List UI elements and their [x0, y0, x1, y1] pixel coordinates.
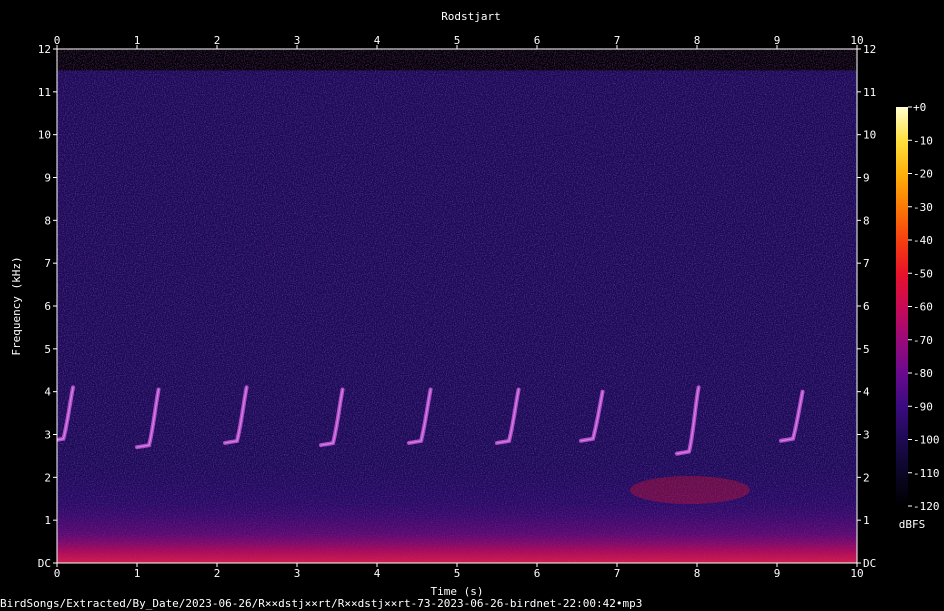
y-tick-label-left: 2	[44, 471, 51, 484]
x-axis-bottom: 0 1 2 3 4 5 6 7 8 9 10	[54, 563, 864, 580]
x-tick-label-top: 0	[54, 34, 61, 47]
colorbar-tick-label: -40	[913, 234, 933, 247]
spectrogram-figure: Rodstjart 0 1 2 3 4 5 6 7 8 9 10 0 1 2 3 4 5 6 7 8 9 10 DC12…	[0, 10, 940, 610]
x-tick-label-top: 6	[534, 34, 541, 47]
colorbar-tick-label: -50	[913, 267, 933, 280]
y-tick-label-right: 2	[863, 471, 870, 484]
y-tick-label-right: 11	[863, 86, 876, 99]
x-tick-label-top: 8	[694, 34, 701, 47]
y-tick-label-right: 4	[863, 386, 870, 399]
x-tick-label-bottom: 2	[214, 567, 221, 580]
y-tick-label-left: 4	[44, 386, 51, 399]
y-tick-label-left: 6	[44, 300, 51, 313]
y-tick-label-left: 11	[38, 86, 51, 99]
y-tick-label-right: DC	[863, 557, 876, 570]
y-tick-label-left: 5	[44, 343, 51, 356]
x-tick-label-top: 1	[134, 34, 141, 47]
x-tick-label-top: 5	[454, 34, 461, 47]
y-tick-label-right: 12	[863, 43, 876, 56]
y-tick-label-right: 1	[863, 514, 870, 527]
colorbar-tick-label: -20	[913, 168, 933, 181]
x-tick-label-bottom: 7	[614, 567, 621, 580]
x-tick-label-bottom: 10	[850, 567, 863, 580]
y-tick-label-left: 1	[44, 514, 51, 527]
y-tick-label-left: 7	[44, 257, 51, 270]
y-tick-label-left: DC	[38, 557, 51, 570]
y-tick-label-left: 9	[44, 172, 51, 185]
y-tick-label-right: 6	[863, 300, 870, 313]
x-tick-label-bottom: 6	[534, 567, 541, 580]
y-tick-label-right: 7	[863, 257, 870, 270]
x-tick-label-bottom: 0	[54, 567, 61, 580]
colorbar-tick-label: -80	[913, 367, 933, 380]
file-path: BirdSongs/Extracted/By_Date/2023-06-26/R…	[0, 597, 642, 610]
colorbar-tick-label: -60	[913, 301, 933, 314]
colorbar-tick-label: -70	[913, 334, 933, 347]
x-tick-label-top: 9	[774, 34, 781, 47]
colorbar-tick-label: -100	[913, 434, 940, 447]
y-axis-label: Frequency (kHz)	[10, 256, 23, 355]
x-tick-label-top: 7	[614, 34, 621, 47]
y-tick-label-left: 8	[44, 214, 51, 227]
colorbar-tick-label: -110	[913, 467, 940, 480]
colorbar-tick-label: -10	[913, 134, 933, 147]
colorbar	[896, 107, 908, 506]
x-tick-label-bottom: 5	[454, 567, 461, 580]
y-tick-label-left: 10	[38, 129, 51, 142]
x-tick-label-top: 3	[294, 34, 301, 47]
y-tick-label-right: 8	[863, 214, 870, 227]
y-tick-label-left: 3	[44, 429, 51, 442]
colorbar-ticks: +0 -10 -20 -30 -40 -50 -60 -70 -80 -90 -100 -110 -12…	[908, 101, 940, 513]
chart-title: Rodstjart	[441, 10, 501, 23]
y-axis-right: DC123456789101112	[857, 43, 876, 570]
x-tick-label-bottom: 4	[374, 567, 381, 580]
x-tick-label-top: 2	[214, 34, 221, 47]
x-tick-label-bottom: 9	[774, 567, 781, 580]
x-tick-label-top: 10	[850, 34, 863, 47]
y-tick-label-right: 3	[863, 429, 870, 442]
colorbar-label: dBFS	[899, 518, 926, 531]
spectrogram-plot-area	[57, 49, 857, 563]
y-tick-label-right: 5	[863, 343, 870, 356]
colorbar-tick-label: -90	[913, 400, 933, 413]
x-tick-label-bottom: 1	[134, 567, 141, 580]
x-axis-top: 0 1 2 3 4 5 6 7 8 9 10	[54, 34, 864, 49]
colorbar-tick-label: -120	[913, 500, 940, 513]
x-tick-label-top: 4	[374, 34, 381, 47]
colorbar-tick-label: -30	[913, 201, 933, 214]
y-tick-label-left: 12	[38, 43, 51, 56]
colorbar-tick-label: +0	[913, 101, 926, 114]
x-tick-label-bottom: 3	[294, 567, 301, 580]
energy-blob	[630, 476, 750, 504]
y-axis-left: DC123456789101112	[38, 43, 57, 570]
x-tick-label-bottom: 8	[694, 567, 701, 580]
y-tick-label-right: 10	[863, 129, 876, 142]
y-tick-label-right: 9	[863, 172, 870, 185]
low-frequency-energy	[57, 320, 857, 563]
